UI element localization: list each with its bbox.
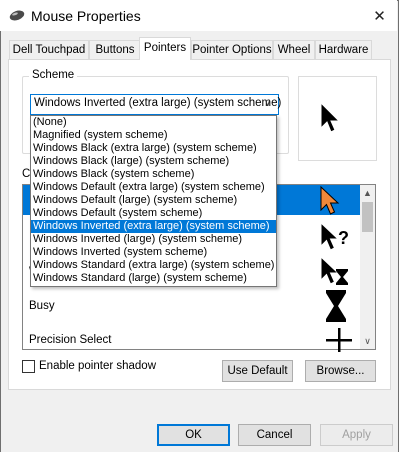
window-title: Mouse Properties [31, 8, 141, 24]
enable-pointer-shadow-checkbox[interactable] [22, 360, 35, 373]
tab-buttons[interactable]: Buttons [89, 40, 141, 59]
cancel-button[interactable]: Cancel [238, 424, 311, 446]
scroll-down-arrow-icon[interactable]: ∨ [360, 334, 375, 349]
scheme-option[interactable]: Windows Standard (extra large) (system s… [31, 259, 276, 272]
scheme-legend: Scheme [29, 69, 78, 81]
help-select-cursor-icon: ? [320, 222, 349, 251]
browse-button[interactable]: Browse... [305, 360, 376, 382]
chevron-down-icon: ∨ [264, 98, 272, 109]
tab-wheel[interactable]: Wheel [273, 40, 315, 59]
mouse-icon [9, 10, 25, 21]
arrow-cursor-icon [320, 186, 340, 215]
scheme-option[interactable]: Windows Inverted (extra large) (system s… [31, 220, 276, 233]
scheme-select-value: Windows Inverted (extra large) (system s… [34, 97, 282, 109]
scheme-option[interactable]: (None) [31, 116, 276, 129]
tab-pointer-options[interactable]: Pointer Options [191, 40, 273, 59]
close-button[interactable]: ✕ [362, 0, 397, 31]
svg-text:?: ? [338, 228, 349, 248]
tab-hardware[interactable]: Hardware [315, 40, 372, 59]
scheme-option[interactable]: Windows Default (system scheme) [31, 207, 276, 220]
scheme-option[interactable]: Magnified (system scheme) [31, 129, 276, 142]
scheme-option[interactable]: Windows Black (large) (system scheme) [31, 155, 276, 168]
scheme-option[interactable]: Windows Default (extra large) (system sc… [31, 181, 276, 194]
arrow-cursor-icon [320, 102, 341, 133]
crosshair-cursor-icon [326, 328, 352, 352]
hourglass-cursor-icon [326, 290, 346, 322]
use-default-button[interactable]: Use Default [222, 360, 293, 382]
scheme-option[interactable]: Windows Black (system scheme) [31, 168, 276, 181]
ok-button[interactable]: OK [157, 424, 230, 446]
close-icon: ✕ [373, 7, 386, 25]
scroll-up-arrow-icon[interactable]: ▲ [360, 185, 375, 200]
tab-pointers[interactable]: Pointers [139, 37, 191, 60]
cursor-row-label-busy[interactable]: Busy [29, 300, 55, 312]
apply-button[interactable]: Apply [320, 424, 393, 446]
scheme-option[interactable]: Windows Default (large) (system scheme) [31, 194, 276, 207]
cursor-row-label-precision-select[interactable]: Precision Select [29, 334, 111, 346]
working-in-background-cursor-icon [320, 256, 348, 285]
scheme-option[interactable]: Windows Standard (large) (system scheme) [31, 272, 276, 285]
scheme-option[interactable]: Windows Inverted (system scheme) [31, 246, 276, 259]
tab-dell-touchpad[interactable]: Dell Touchpad [9, 40, 89, 59]
scheme-option[interactable]: Windows Inverted (large) (system scheme) [31, 233, 276, 246]
enable-pointer-shadow-label[interactable]: Enable pointer shadow [39, 360, 156, 372]
scroll-thumb[interactable] [362, 202, 373, 232]
scheme-option[interactable]: Windows Black (extra large) (system sche… [31, 142, 276, 155]
